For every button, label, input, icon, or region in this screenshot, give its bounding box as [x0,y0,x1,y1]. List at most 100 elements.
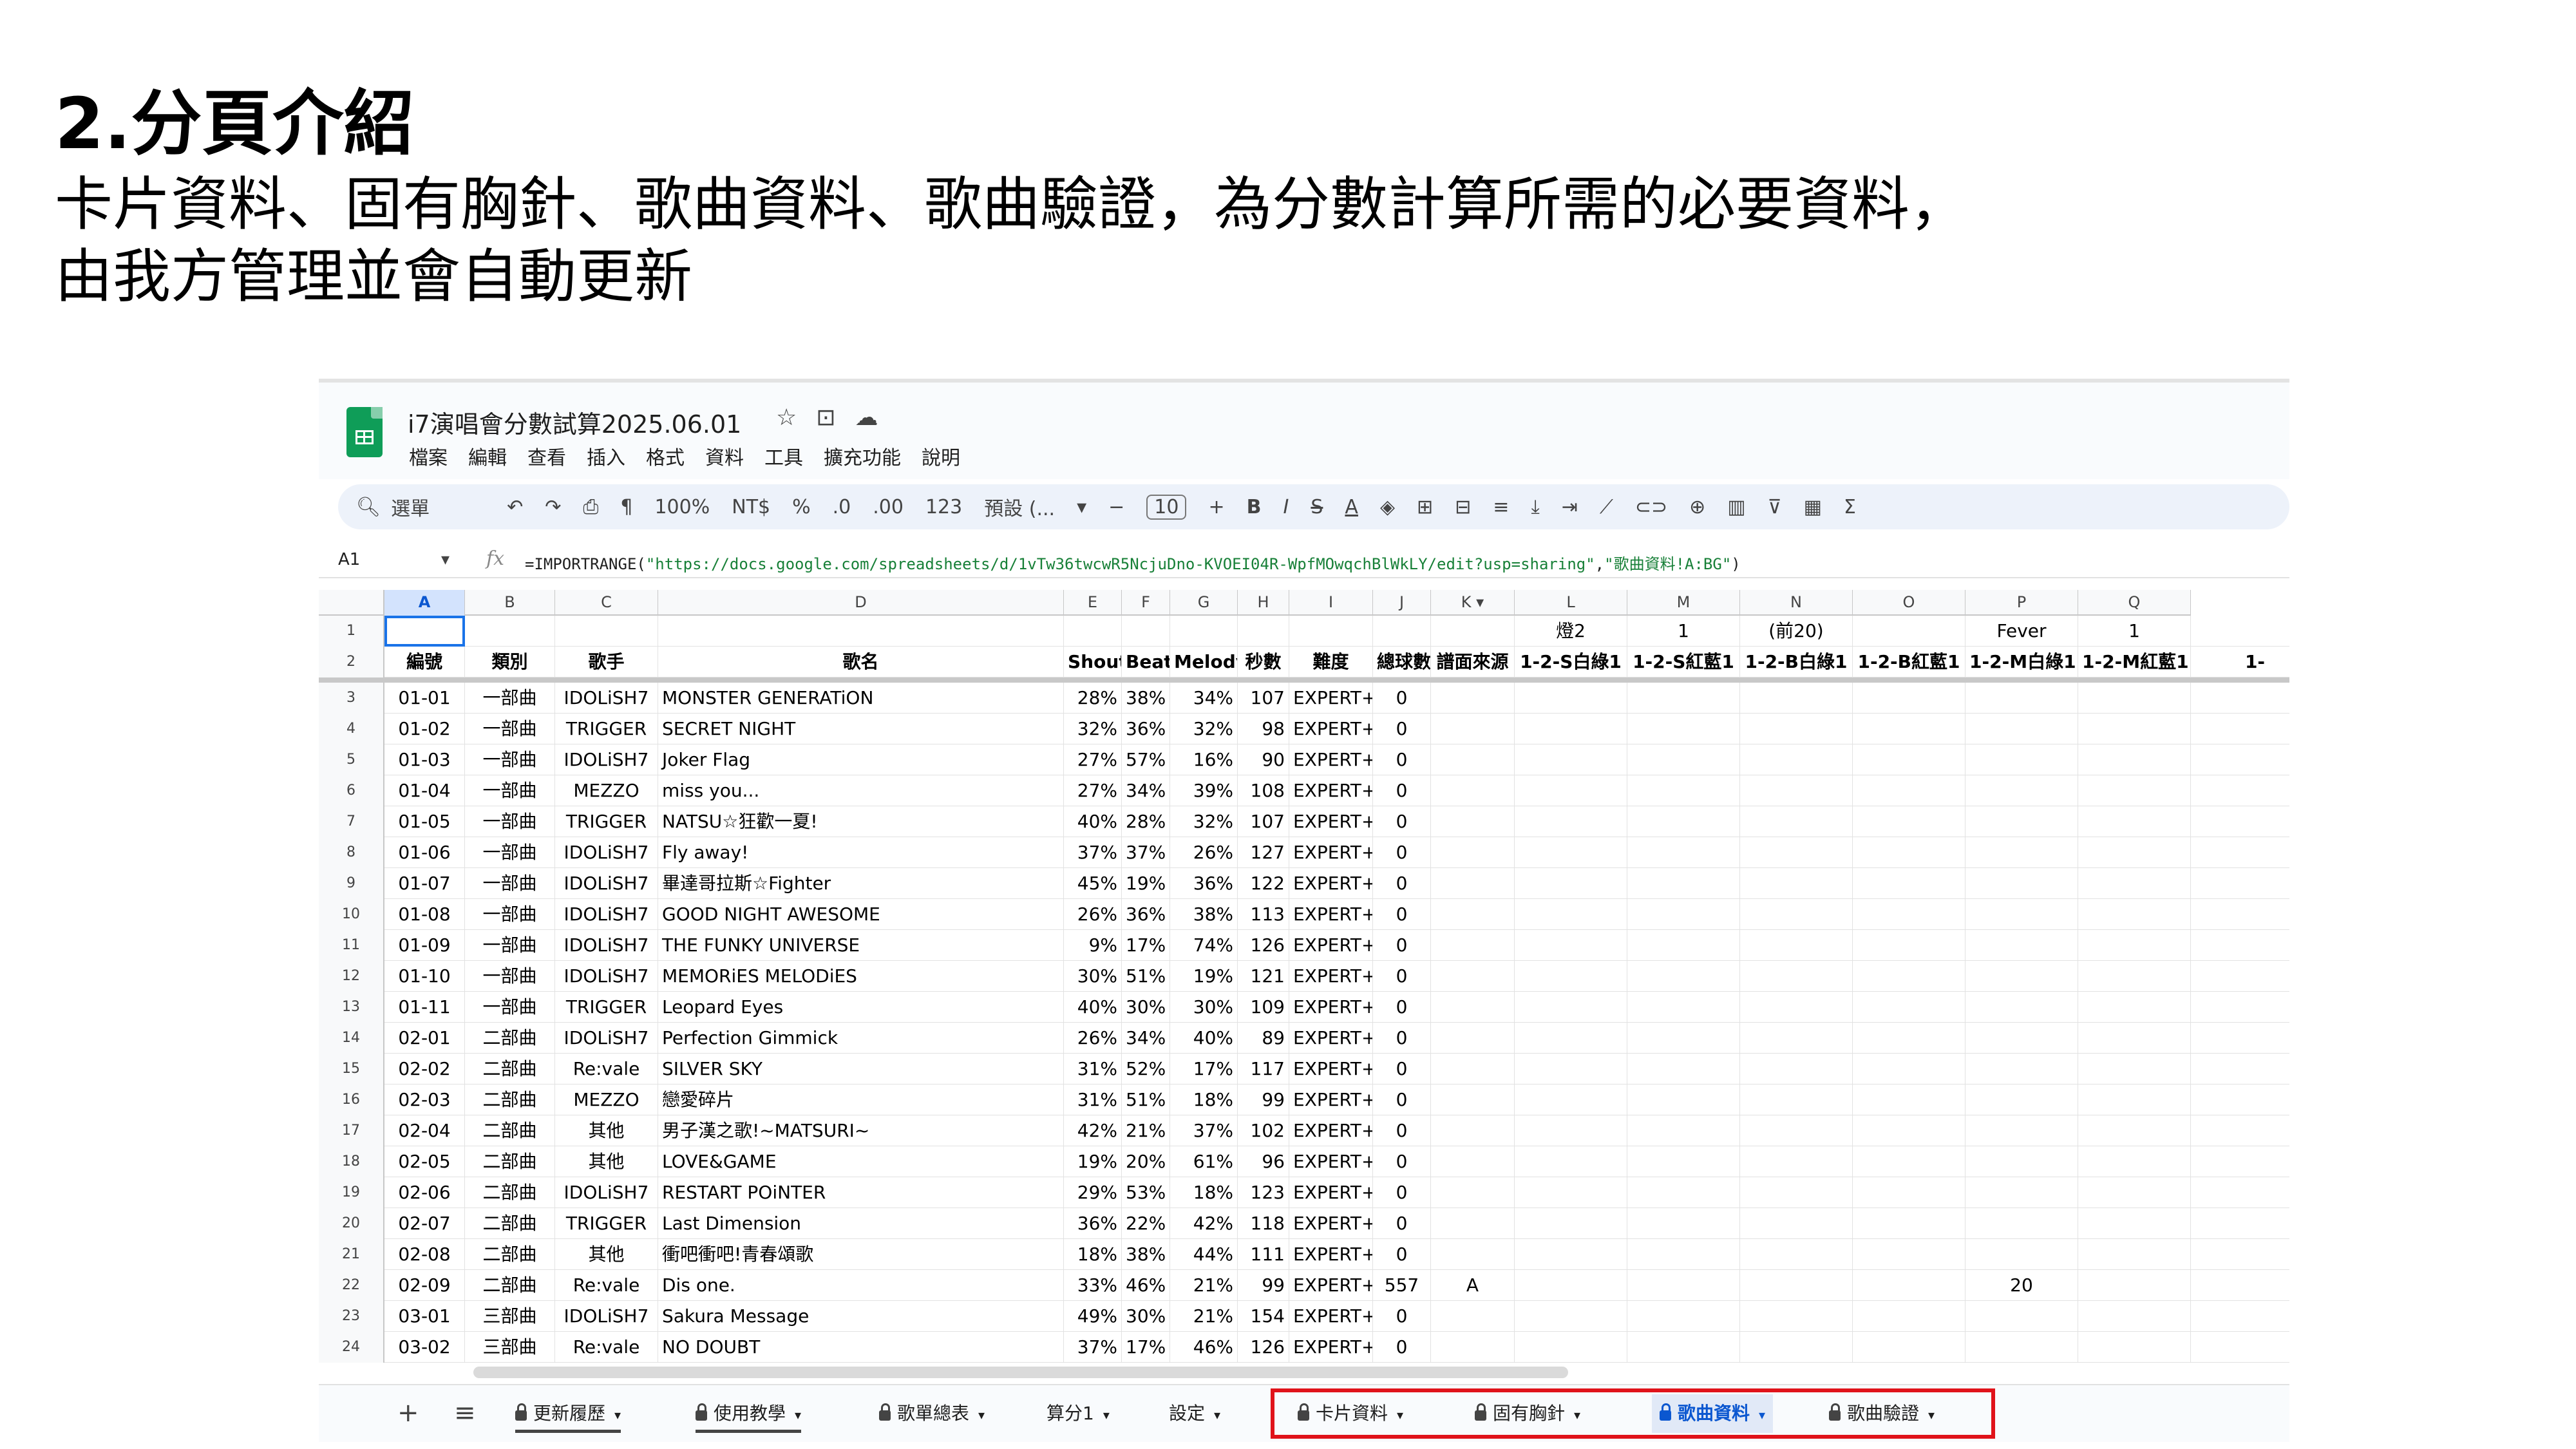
cell[interactable] [2078,775,2191,806]
cell-total[interactable]: 0 [1373,1146,1431,1177]
cell-id[interactable]: 01-08 [384,899,465,930]
print-icon[interactable]: ⎙ [583,496,598,518]
cell-type[interactable]: 二部曲 [465,1208,555,1239]
add-sheet-icon[interactable]: + [397,1398,419,1428]
cell-src[interactable] [1431,1054,1515,1084]
merge-cells-icon[interactable]: ⊟ [1455,496,1471,518]
name-box[interactable]: A1 [338,550,360,569]
cell-sec[interactable]: 90 [1238,744,1289,775]
column-header-b[interactable]: B [465,590,555,616]
cell-diff[interactable]: EXPERT+ [1289,1146,1373,1177]
cell[interactable] [2078,744,2191,775]
cell-p[interactable] [1965,1084,2078,1115]
cell[interactable] [1853,868,1965,899]
cell[interactable] [555,616,658,647]
cell[interactable] [1627,1208,1740,1239]
cell-artist[interactable]: IDOLiSH7 [555,899,658,930]
cell-artist[interactable]: MEZZO [555,1084,658,1115]
cell-id[interactable]: 02-05 [384,1146,465,1177]
cell-song[interactable]: Perfection Gimmick [658,1023,1064,1054]
cell[interactable] [465,616,555,647]
cell[interactable] [2191,1146,2289,1177]
cell-total[interactable]: 0 [1373,992,1431,1023]
cell-beat[interactable]: 51% [1122,1084,1170,1115]
cell[interactable] [1853,616,1965,647]
row-number[interactable]: 24 [319,1332,384,1363]
cell[interactable] [2078,1270,2191,1301]
cell-song[interactable]: GOOD NIGHT AWESOME [658,899,1064,930]
cell-artist[interactable]: IDOLiSH7 [555,868,658,899]
cell-song[interactable]: THE FUNKY UNIVERSE [658,930,1064,961]
cell-p[interactable] [1965,992,2078,1023]
cell-id[interactable]: 01-04 [384,775,465,806]
cell-shout[interactable]: 30% [1064,961,1122,992]
cell-song[interactable]: Leopard Eyes [658,992,1064,1023]
filter-icon[interactable]: ⊽ [1768,496,1782,518]
cell-sec[interactable]: 127 [1238,837,1289,868]
cell-shout[interactable]: 37% [1064,1332,1122,1363]
cell-type[interactable]: 一部曲 [465,775,555,806]
cell-id[interactable]: 01-02 [384,714,465,744]
cell-type[interactable]: 二部曲 [465,1054,555,1084]
cell-diff[interactable]: EXPERT+ [1289,1301,1373,1332]
cell-artist[interactable]: MEZZO [555,775,658,806]
cell[interactable] [1853,1270,1965,1301]
text-wrap-icon[interactable]: ⇥ [1562,496,1578,518]
row1-cell-l[interactable]: 燈2 [1515,616,1627,647]
cell-artist[interactable]: IDOLiSH7 [555,1023,658,1054]
sheet-tab-5[interactable]: 設定 ▾ [1169,1394,1220,1433]
cell-type[interactable]: 三部曲 [465,1301,555,1332]
column-header-j[interactable]: J [1373,590,1431,616]
header-cell[interactable]: 歌名 [658,647,1064,677]
cloud-status-icon[interactable]: ☁ [855,404,878,431]
cell-song[interactable]: Fly away! [658,837,1064,868]
row-number[interactable]: 1 [319,616,384,647]
header-cell[interactable]: 1-2-M紅藍1 [2078,647,2191,677]
cell-src[interactable] [1431,1146,1515,1177]
row1-cell-p[interactable]: Fever [1965,616,2078,647]
cell[interactable] [1515,806,1627,837]
cell-sec[interactable]: 108 [1238,775,1289,806]
cell-diff[interactable]: EXPERT+ [1289,837,1373,868]
cell[interactable] [1740,1332,1853,1363]
sheet-tab-4[interactable]: 算分1 ▾ [1046,1394,1110,1433]
cell-type[interactable]: 二部曲 [465,1084,555,1115]
insert-chart-icon[interactable]: ▥ [1727,496,1745,518]
cell[interactable] [1627,775,1740,806]
cell-beat[interactable]: 37% [1122,837,1170,868]
insert-link-icon[interactable]: ⊂⊃ [1635,496,1667,518]
cell[interactable] [2191,1054,2289,1084]
cell-p[interactable] [1965,1023,2078,1054]
cell[interactable] [2078,961,2191,992]
cell[interactable] [1064,616,1122,647]
sheet-tab-1[interactable]: 更新履歷 ▾ [515,1394,621,1433]
cell-shout[interactable]: 40% [1064,992,1122,1023]
undo-icon[interactable]: ↶ [507,496,523,518]
cell[interactable] [2078,1054,2191,1084]
cell-melody[interactable]: 44% [1170,1239,1238,1270]
row-number[interactable]: 13 [319,992,384,1023]
cell[interactable] [1289,616,1373,647]
cell-src[interactable] [1431,1332,1515,1363]
cell-song[interactable]: SECRET NIGHT [658,714,1064,744]
cell[interactable] [1853,1023,1965,1054]
cell[interactable] [1853,1054,1965,1084]
cell-diff[interactable]: EXPERT+ [1289,899,1373,930]
cell-p[interactable] [1965,1239,2078,1270]
cell-p[interactable] [1965,837,2078,868]
cell-beat[interactable]: 51% [1122,961,1170,992]
cell-shout[interactable]: 45% [1064,868,1122,899]
cell[interactable] [1515,1208,1627,1239]
cell-total[interactable]: 557 [1373,1270,1431,1301]
cell-melody[interactable]: 42% [1170,1208,1238,1239]
cell-shout[interactable]: 42% [1064,1115,1122,1146]
cell[interactable] [1627,930,1740,961]
cell-artist[interactable]: IDOLiSH7 [555,930,658,961]
cell-melody[interactable]: 16% [1170,744,1238,775]
cell-melody[interactable]: 21% [1170,1301,1238,1332]
cell[interactable] [1740,961,1853,992]
cell-artist[interactable]: IDOLiSH7 [555,683,658,714]
cell[interactable] [1515,683,1627,714]
cell-beat[interactable]: 21% [1122,1115,1170,1146]
cell[interactable] [1627,1239,1740,1270]
